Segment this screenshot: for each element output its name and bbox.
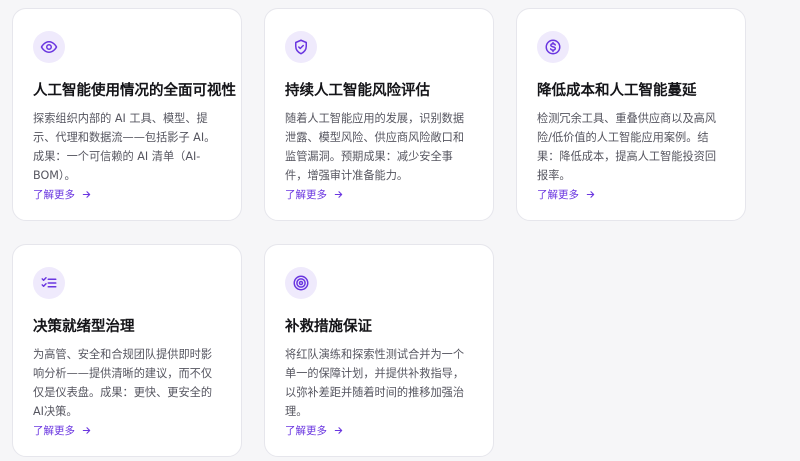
learn-more-label: 了解更多 [285, 189, 327, 201]
arrow-right-icon [585, 189, 596, 200]
card-description: 检测冗余工具、重叠供应商以及高风险/低价值的人工智能应用案例。结果：降低成本，提… [537, 112, 717, 182]
shield-check-icon [285, 31, 317, 63]
learn-more-label: 了解更多 [537, 189, 579, 201]
card-title: 降低成本和人工智能蔓延 [537, 83, 697, 99]
card-title: 人工智能使用情况的全面可视性 [33, 83, 236, 99]
learn-more-link[interactable]: 了解更多 [537, 187, 596, 202]
learn-more-label: 了解更多 [33, 189, 75, 201]
arrow-right-icon [333, 425, 344, 436]
card-title: 持续人工智能风险评估 [285, 83, 430, 99]
learn-more-link[interactable]: 了解更多 [33, 423, 92, 438]
checklist-icon [33, 267, 65, 299]
feature-card-risk-assessment: 持续人工智能风险评估 随着人工智能应用的发展，识别数据泄露、模型风险、供应商风险… [264, 8, 494, 221]
card-description: 将红队演练和探索性测试合并为一个单一的保障计划，并提供补救指导，以弥补差距并随着… [285, 348, 465, 418]
card-title: 决策就绪型治理 [33, 319, 135, 335]
feature-card-cost-reduction: 降低成本和人工智能蔓延 检测冗余工具、重叠供应商以及高风险/低价值的人工智能应用… [516, 8, 746, 221]
arrow-right-icon [81, 189, 92, 200]
card-description: 随着人工智能应用的发展，识别数据泄露、模型风险、供应商风险敞口和监管漏洞。预期成… [285, 112, 465, 182]
dollar-icon [537, 31, 569, 63]
eye-icon [33, 31, 65, 63]
learn-more-label: 了解更多 [33, 425, 75, 437]
arrow-right-icon [333, 189, 344, 200]
card-description: 探索组织内部的 AI 工具、模型、提示、代理和数据流——包括影子 AI。成果：一… [33, 112, 216, 182]
learn-more-label: 了解更多 [285, 425, 327, 437]
arrow-right-icon [81, 425, 92, 436]
learn-more-link[interactable]: 了解更多 [285, 187, 344, 202]
feature-card-remediation: 补救措施保证 将红队演练和探索性测试合并为一个单一的保障计划，并提供补救指导，以… [264, 244, 494, 457]
target-icon [285, 267, 317, 299]
card-description: 为高管、安全和合规团队提供即时影响分析——提供清晰的建议，而不仅仅是仪表盘。成果… [33, 348, 213, 418]
feature-card-governance: 决策就绪型治理 为高管、安全和合规团队提供即时影响分析——提供清晰的建议，而不仅… [12, 244, 242, 457]
feature-card-visibility: 人工智能使用情况的全面可视性 探索组织内部的 AI 工具、模型、提示、代理和数据… [12, 8, 242, 221]
learn-more-link[interactable]: 了解更多 [33, 187, 92, 202]
card-title: 补救措施保证 [285, 319, 372, 335]
learn-more-link[interactable]: 了解更多 [285, 423, 344, 438]
